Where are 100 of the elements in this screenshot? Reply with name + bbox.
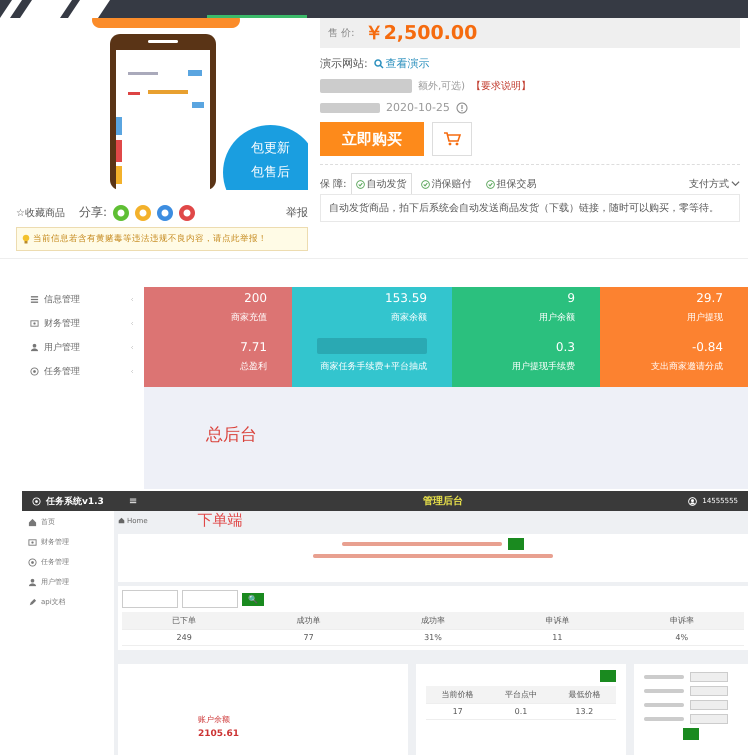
menu-item[interactable]: 信息管理 xyxy=(44,293,80,306)
share-icon[interactable] xyxy=(157,204,174,220)
user-icon xyxy=(688,496,698,506)
stat-value: 9 xyxy=(567,291,575,305)
demo-label: 演示网站: xyxy=(320,56,368,71)
chevron-down-icon xyxy=(731,179,740,188)
table-header: 成功单 xyxy=(246,612,371,630)
service-badge: 包更新 包售后 xyxy=(223,125,308,190)
blurred-text xyxy=(644,717,684,721)
table-cell: 13.2 xyxy=(552,704,616,720)
stat-value: 0.3 xyxy=(556,340,575,354)
notice-text[interactable]: 当前信息若含有黄赌毒等违法违规不良内容，请点此举报！ xyxy=(33,233,267,245)
demo-link[interactable]: 查看演示 xyxy=(386,56,430,71)
stat-value: 153.59 xyxy=(385,291,427,305)
table-header: 申诉单 xyxy=(495,612,620,630)
table-cell: 4% xyxy=(620,630,744,646)
table-header: 成功率 xyxy=(370,612,496,630)
share-label: 分享: xyxy=(78,204,108,221)
info-icon xyxy=(456,102,468,114)
stat-value: 200 xyxy=(244,291,267,305)
check-icon xyxy=(356,180,365,188)
cart-button[interactable] xyxy=(432,122,472,156)
list-icon xyxy=(30,295,39,304)
app-logo: 任务系统v1.3 xyxy=(46,495,104,508)
search-icon xyxy=(374,58,384,68)
home-icon xyxy=(118,517,125,524)
stat-label: 用户提现手续费 xyxy=(512,360,575,373)
page-title: 管理后台 xyxy=(422,494,463,508)
balance-value: 2105.61 xyxy=(198,729,240,739)
blurred-text xyxy=(644,675,684,679)
stat-label: 商家充值 xyxy=(231,312,267,324)
table-header: 当前价格 xyxy=(426,686,490,704)
guarantee-tab[interactable]: 自动发货 xyxy=(350,173,412,194)
card-icon xyxy=(28,538,37,546)
blurred-text xyxy=(644,703,684,707)
section-caption: 下单端 xyxy=(198,511,243,530)
table-header: 最低价格 xyxy=(552,686,616,704)
payment-dropdown[interactable]: 支付方式 xyxy=(689,176,729,190)
table-cell: 249 xyxy=(122,630,246,646)
menu-item[interactable]: 财务管理 xyxy=(44,317,80,330)
stat-label: 用户提现 xyxy=(687,312,723,324)
submit-button[interactable] xyxy=(683,728,699,740)
refresh-button[interactable] xyxy=(600,670,616,682)
menu-item[interactable]: 用户管理 xyxy=(44,341,80,354)
circle-icon xyxy=(30,367,39,376)
select-field[interactable] xyxy=(690,700,728,710)
start-date-field[interactable] xyxy=(122,590,178,608)
end-date-field[interactable] xyxy=(182,590,238,608)
guarantee-tab[interactable]: 担保交易 xyxy=(480,173,542,194)
table-header: 已下单 xyxy=(122,612,246,630)
share-icon[interactable] xyxy=(179,204,196,220)
pencil-icon xyxy=(28,598,37,606)
stat-label: 商家余额 xyxy=(391,312,427,324)
check-icon xyxy=(420,180,430,188)
guarantee-tab[interactable]: 消保赔付 xyxy=(416,173,477,194)
extra-note: 额外,可选) xyxy=(418,80,466,93)
select-field[interactable] xyxy=(690,686,728,696)
share-icon[interactable] xyxy=(113,204,130,220)
blurred-text xyxy=(320,102,380,112)
logo-icon xyxy=(32,496,41,506)
table-cell: 17 xyxy=(426,704,490,720)
users-icon xyxy=(30,343,39,352)
select-field[interactable] xyxy=(690,672,728,682)
select-field[interactable] xyxy=(690,714,728,724)
section-caption: 总后台 xyxy=(206,424,258,446)
menu-item[interactable]: 任务管理 xyxy=(44,365,80,378)
update-date: 2020-10-25 xyxy=(386,101,450,114)
notice-button[interactable] xyxy=(508,538,524,550)
home-icon xyxy=(28,518,37,526)
stat-label: 支出商家邀请分成 xyxy=(651,360,723,373)
cart-icon xyxy=(443,131,461,147)
table-header: 平台点中 xyxy=(489,686,553,704)
table-cell: 77 xyxy=(246,630,371,646)
guarantee-label: 保 障: xyxy=(320,178,347,190)
table-cell: 11 xyxy=(495,630,620,646)
stat-label: 商家任务手续费+平台抽成 xyxy=(320,360,427,373)
price: ￥2,500.00 xyxy=(364,21,478,46)
stat-value: 7.71 xyxy=(240,340,267,354)
stat-label: 用户余额 xyxy=(539,312,575,324)
stat-label: 总盈利 xyxy=(240,360,267,373)
card-icon xyxy=(30,319,39,328)
delivery-description: 自动发货商品，拍下后系统会自动发送商品发货（下载）链接，随时可以购买，零等待。 xyxy=(320,194,740,222)
price-label: 售 价: xyxy=(328,27,355,40)
share-icon[interactable] xyxy=(135,204,152,220)
report-link[interactable]: 举报 xyxy=(286,205,308,220)
bulb-icon xyxy=(21,234,31,244)
circle-icon xyxy=(28,558,37,566)
table-cell: 31% xyxy=(370,630,496,646)
users-icon xyxy=(28,578,37,586)
favorite-link[interactable]: ☆收藏商品 xyxy=(16,206,65,220)
requirement-link[interactable]: 【要求说明】 xyxy=(471,79,532,93)
check-icon xyxy=(486,180,495,188)
blurred-text xyxy=(644,689,684,693)
logo-icon xyxy=(0,0,110,18)
stat-value: -0.84 xyxy=(692,340,723,354)
menu-button[interactable]: ≡ xyxy=(128,496,138,506)
table-cell: 0.1 xyxy=(489,704,553,720)
stat-value: 29.7 xyxy=(696,291,723,305)
table-header: 申诉率 xyxy=(620,612,744,630)
balance-label: 账户余额 xyxy=(198,714,231,725)
